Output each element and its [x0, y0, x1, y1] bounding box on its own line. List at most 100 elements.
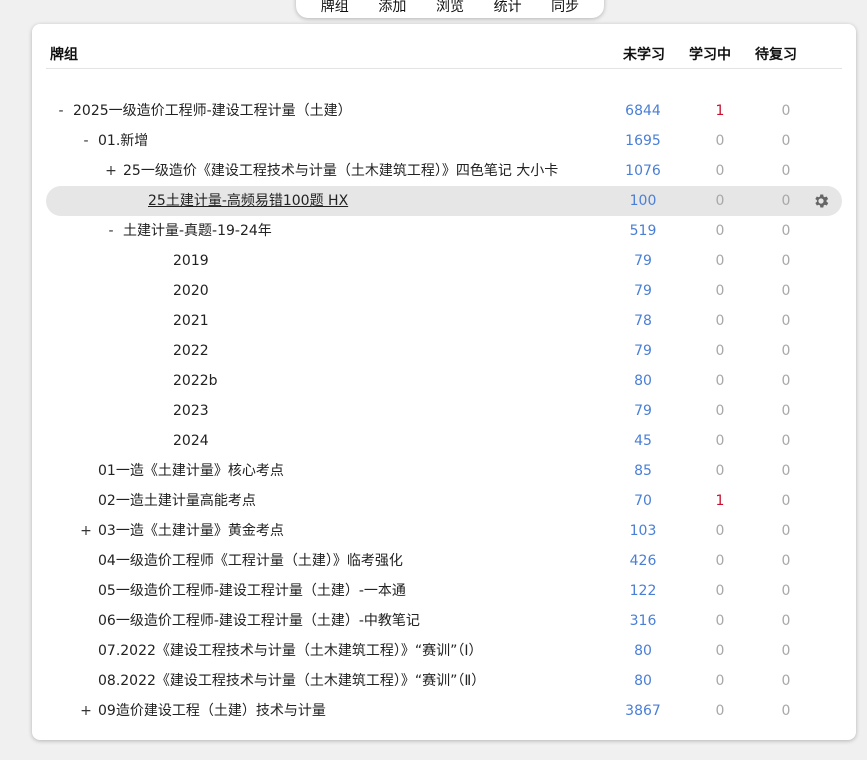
- deck-row[interactable]: -01.新增 1695 0 0: [46, 126, 842, 156]
- deck-learning-count: 1: [715, 493, 725, 509]
- header-learning: 学习中: [689, 47, 731, 63]
- expand-toggle[interactable]: +: [104, 156, 118, 186]
- deck-row[interactable]: 02一造土建计量高能考点 70 1 0: [46, 486, 842, 516]
- deck-learning-count: 0: [715, 343, 725, 359]
- deck-learning-count: 0: [715, 703, 725, 719]
- deck-name-link[interactable]: 03一造《土建计量》黄金考点: [98, 516, 284, 546]
- deck-row[interactable]: 2022b 80 0 0: [46, 366, 842, 396]
- deck-learning-count: 0: [715, 433, 725, 449]
- deck-name-link[interactable]: 2019: [173, 246, 209, 276]
- deck-list: -2025一级造价工程师-建设工程计量（土建） 6844 1 0-01.新增 1695 0…: [46, 96, 842, 726]
- deck-row[interactable]: 04一级造价工程师《工程计量（土建）》临考强化 426 0 0: [46, 546, 842, 576]
- toolbar-add-button[interactable]: 添加: [378, 0, 406, 16]
- deck-name-link[interactable]: 01一造《土建计量》核心考点: [98, 456, 284, 486]
- deck-learning-count: 0: [715, 643, 725, 659]
- deck-new-count: 45: [634, 433, 652, 449]
- expand-toggle[interactable]: +: [79, 696, 93, 726]
- deck-name-link[interactable]: 07.2022《建设工程技术与计量（土木建筑工程）》“赛训”（Ⅰ）: [98, 636, 483, 666]
- deck-learning-count: 0: [715, 583, 725, 599]
- deck-name-link[interactable]: 05一级造价工程师-建设工程计量（土建）-一本通: [98, 576, 406, 606]
- deck-row[interactable]: 06一级造价工程师-建设工程计量（土建）-中教笔记 316 0 0: [46, 606, 842, 636]
- deck-new-count: 85: [634, 463, 652, 479]
- deck-name-link[interactable]: 2020: [173, 276, 209, 306]
- deck-name-link[interactable]: 2021: [173, 306, 209, 336]
- deck-new-count: 79: [634, 403, 652, 419]
- deck-learning-count: 0: [715, 403, 725, 419]
- collapse-toggle[interactable]: -: [54, 96, 68, 126]
- toolbar-browse-button[interactable]: 浏览: [436, 0, 464, 16]
- expand-toggle[interactable]: +: [79, 516, 93, 546]
- deck-new-count: 6844: [625, 103, 661, 119]
- deck-row[interactable]: 05一级造价工程师-建设工程计量（土建）-一本通 122 0 0: [46, 576, 842, 606]
- deck-name-link[interactable]: 2025一级造价工程师-建设工程计量（土建）: [73, 96, 352, 126]
- deck-name-link[interactable]: 01.新增: [98, 126, 148, 156]
- deck-review-count: 0: [781, 223, 791, 239]
- deck-learning-count: 1: [715, 103, 725, 119]
- deck-review-count: 0: [781, 523, 791, 539]
- deck-row[interactable]: 2024 45 0 0: [46, 426, 842, 456]
- deck-learning-count: 0: [715, 133, 725, 149]
- collapse-toggle[interactable]: -: [79, 126, 93, 156]
- deck-new-count: 1076: [625, 163, 661, 179]
- deck-review-count: 0: [781, 643, 791, 659]
- deck-learning-count: 0: [715, 523, 725, 539]
- deck-new-count: 426: [629, 553, 657, 569]
- toolbar-stats-button[interactable]: 统计: [494, 0, 522, 16]
- deck-name-link[interactable]: 25一级造价《建设工程技术与计量（土木建筑工程）》四色笔记 大小卡: [123, 156, 558, 186]
- deck-row[interactable]: 01一造《土建计量》核心考点 85 0 0: [46, 456, 842, 486]
- deck-learning-count: 0: [715, 223, 725, 239]
- deck-learning-count: 0: [715, 553, 725, 569]
- deck-row[interactable]: +09造价建设工程（土建）技术与计量 3867 0 0: [46, 696, 842, 726]
- header-review: 待复习: [755, 47, 797, 63]
- deck-new-count: 70: [634, 493, 652, 509]
- deck-new-count: 79: [634, 283, 652, 299]
- deck-review-count: 0: [781, 133, 791, 149]
- deck-new-count: 1695: [625, 133, 661, 149]
- deck-name-link[interactable]: 06一级造价工程师-建设工程计量（土建）-中教笔记: [98, 606, 420, 636]
- deck-review-count: 0: [781, 313, 791, 329]
- toolbar-sync-button[interactable]: 同步: [551, 0, 579, 16]
- deck-name-link[interactable]: 09造价建设工程（土建）技术与计量: [98, 696, 326, 726]
- deck-name-link[interactable]: 08.2022《建设工程技术与计量（土木建筑工程）》“赛训”（Ⅱ）: [98, 666, 485, 696]
- deck-name-link[interactable]: 2024: [173, 426, 209, 456]
- deck-new-count: 80: [634, 643, 652, 659]
- deck-name-link[interactable]: 04一级造价工程师《工程计量（土建）》临考强化: [98, 546, 403, 576]
- deck-row[interactable]: 2023 79 0 0: [46, 396, 842, 426]
- deck-review-count: 0: [781, 433, 791, 449]
- deck-review-count: 0: [781, 373, 791, 389]
- deck-review-count: 0: [781, 463, 791, 479]
- deck-row[interactable]: +03一造《土建计量》黄金考点 103 0 0: [46, 516, 842, 546]
- deck-review-count: 0: [781, 613, 791, 629]
- deck-name-link[interactable]: 02一造土建计量高能考点: [98, 486, 256, 516]
- deck-row[interactable]: 08.2022《建设工程技术与计量（土木建筑工程）》“赛训”（Ⅱ） 80 0 0: [46, 666, 842, 696]
- deck-row[interactable]: 2020 79 0 0: [46, 276, 842, 306]
- deck-name-link[interactable]: 2023: [173, 396, 209, 426]
- toolbar-decks-button[interactable]: 牌组: [321, 0, 349, 16]
- deck-review-count: 0: [781, 403, 791, 419]
- deck-browser-panel: 牌组 未学习 学习中 待复习 -2025一级造价工程师-建设工程计量（土建） 68…: [32, 24, 856, 740]
- deck-new-count: 100: [629, 193, 657, 209]
- deck-row[interactable]: - 土建计量-真题-19-24年 519 0 0: [46, 216, 842, 246]
- deck-name-link[interactable]: 25土建计量-高频易错100题 HX: [148, 186, 348, 216]
- deck-new-count: 78: [634, 313, 652, 329]
- deck-row[interactable]: 07.2022《建设工程技术与计量（土木建筑工程）》“赛训”（Ⅰ） 80 0 0: [46, 636, 842, 666]
- deck-row[interactable]: 2022 79 0 0: [46, 336, 842, 366]
- deck-row[interactable]: 2021 78 0 0: [46, 306, 842, 336]
- deck-name-link[interactable]: 土建计量-真题-19-24年: [123, 216, 272, 246]
- collapse-toggle[interactable]: -: [104, 216, 118, 246]
- deck-row[interactable]: 2019 79 0 0: [46, 246, 842, 276]
- deck-name-link[interactable]: 2022: [173, 336, 209, 366]
- deck-review-count: 0: [781, 343, 791, 359]
- header-deck: 牌组: [50, 47, 78, 63]
- deck-table-header: 牌组 未学习 学习中 待复习: [46, 42, 842, 69]
- deck-name-link[interactable]: 2022b: [173, 366, 218, 396]
- gear-icon[interactable]: [812, 192, 830, 210]
- deck-row[interactable]: +25一级造价《建设工程技术与计量（土木建筑工程）》四色笔记 大小卡 1076 0 0: [46, 156, 842, 186]
- deck-new-count: 103: [629, 523, 657, 539]
- deck-review-count: 0: [781, 193, 791, 209]
- deck-row[interactable]: -2025一级造价工程师-建设工程计量（土建） 6844 1 0: [46, 96, 842, 126]
- deck-review-count: 0: [781, 553, 791, 569]
- deck-new-count: 80: [634, 373, 652, 389]
- deck-learning-count: 0: [715, 673, 725, 689]
- deck-row[interactable]: 25土建计量-高频易错100题 HX 100 0 0: [46, 186, 842, 216]
